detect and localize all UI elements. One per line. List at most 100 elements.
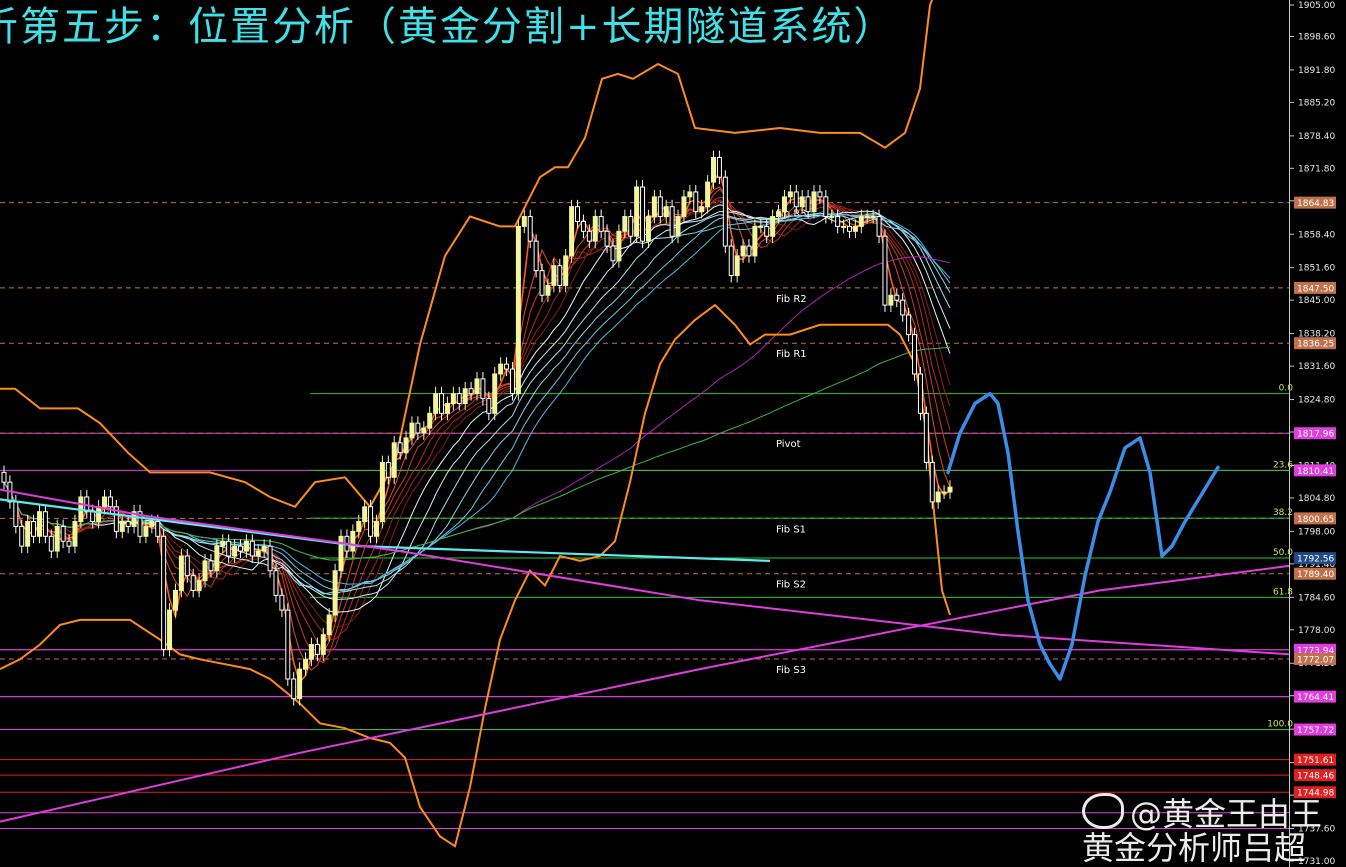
candle-body-50 <box>297 668 303 700</box>
pivot-label-3: Pivot <box>776 439 801 450</box>
candle-body-39 <box>232 545 238 557</box>
candle-body-73 <box>433 393 439 414</box>
candle-body-159 <box>941 491 947 494</box>
pivot-label-6: Fib S3 <box>776 665 806 676</box>
ma-red-9 <box>3 196 951 653</box>
candle-body-83 <box>492 373 498 414</box>
candle-body-33 <box>196 580 202 591</box>
candle-body-136 <box>805 196 811 213</box>
candle-body-15 <box>90 511 96 523</box>
candle-body-110 <box>651 196 657 218</box>
candle-body-130 <box>770 216 776 237</box>
candle-body-52 <box>308 644 314 660</box>
candle-body-18 <box>107 496 113 508</box>
price-tag-7: 1789.40 <box>1297 570 1334 580</box>
candle-body-149 <box>882 235 888 306</box>
candle-body-151 <box>894 294 900 301</box>
bollinger-layer <box>0 0 951 848</box>
pivot-label-1: Fib R2 <box>776 294 807 305</box>
candle-body-112 <box>663 206 669 218</box>
candle-body-144 <box>852 225 858 232</box>
price-tag-9: 1772.07 <box>1297 655 1334 665</box>
ma-red-7 <box>3 188 951 664</box>
weibo-logo-icon <box>1082 793 1124 829</box>
candle-body-84 <box>498 363 504 375</box>
candle-body-6 <box>36 511 42 537</box>
y-tick-label-5: 1871.80 <box>1298 164 1335 174</box>
candle-body-64 <box>379 462 385 523</box>
candle-body-10 <box>60 525 66 542</box>
candle-body-20 <box>119 521 125 532</box>
y-tick-label-2: 1891.80 <box>1298 66 1335 76</box>
price-tag-12: 1751.61 <box>1297 756 1334 766</box>
candle-body-107 <box>634 186 640 237</box>
candle-body-140 <box>829 216 835 219</box>
candle-body-70 <box>415 422 421 434</box>
candle-body-48 <box>285 609 291 680</box>
candle-body-108 <box>640 186 646 242</box>
y-tick-label-8: 1851.60 <box>1298 264 1335 274</box>
candle-body-76 <box>450 393 456 404</box>
candle-body-152 <box>900 299 906 316</box>
candle-body-114 <box>675 216 681 237</box>
candles-layer <box>1 150 953 706</box>
candle-body-68 <box>403 437 409 454</box>
candle-body-24 <box>143 525 149 537</box>
candle-body-32 <box>190 575 196 591</box>
candle-body-9 <box>54 525 60 552</box>
candle-body-85 <box>504 363 510 370</box>
candle-body-44 <box>261 545 267 552</box>
fib-label-0: 0.0 <box>1279 384 1294 394</box>
candle-body-104 <box>616 230 622 262</box>
candle-body-31 <box>184 555 190 577</box>
candle-body-89 <box>527 216 533 242</box>
candle-body-81 <box>480 378 486 400</box>
candle-body-106 <box>628 216 634 237</box>
y-tick-label-15: 1804.80 <box>1298 494 1335 504</box>
pivot-label-4: Fib S1 <box>776 524 806 535</box>
y-tick-label-11: 1831.60 <box>1298 362 1335 372</box>
trendline-up <box>0 564 1291 823</box>
candle-body-154 <box>912 334 918 375</box>
candle-body-26 <box>155 521 161 537</box>
y-tick-label-16: 1798.00 <box>1298 527 1335 537</box>
price-tag-4: 1810.41 <box>1297 467 1334 477</box>
candle-body-100 <box>592 216 598 242</box>
candle-body-155 <box>917 373 923 414</box>
candle-body-127 <box>752 225 758 257</box>
y-tick-label-12: 1824.80 <box>1298 396 1335 406</box>
candle-body-28 <box>167 609 173 650</box>
candle-body-16 <box>96 506 102 523</box>
candle-body-79 <box>468 388 474 395</box>
candle-body-132 <box>781 196 787 213</box>
candle-body-117 <box>693 191 699 213</box>
price-chart[interactable]: Fib R3Fib R2Fib R1PivotFib S1Fib S2Fib S… <box>0 0 1346 867</box>
candle-body-99 <box>586 230 592 242</box>
candle-body-82 <box>486 398 492 414</box>
candle-body-77 <box>456 393 462 404</box>
candle-body-128 <box>758 225 764 228</box>
candle-body-78 <box>462 388 468 404</box>
candle-body-101 <box>598 216 604 232</box>
forecast-layer <box>946 391 1220 681</box>
candle-body-2 <box>13 501 19 527</box>
candle-body-118 <box>699 206 705 213</box>
candle-body-51 <box>303 658 309 670</box>
candle-body-55 <box>326 614 332 636</box>
candle-body-35 <box>208 560 214 572</box>
price-tag-1: 1847.50 <box>1297 284 1334 294</box>
candle-body-8 <box>48 535 54 552</box>
candle-body-45 <box>267 545 273 572</box>
candle-body-141 <box>835 216 841 227</box>
candle-body-43 <box>255 550 261 557</box>
y-tick-label-3: 1885.20 <box>1298 98 1335 108</box>
candle-body-115 <box>681 196 687 218</box>
candle-body-123 <box>728 245 734 277</box>
fib-label-4: 61.8 <box>1273 587 1293 597</box>
candle-body-62 <box>368 506 374 537</box>
candle-body-60 <box>356 521 362 532</box>
pivot-label-2: Fib R1 <box>776 349 807 360</box>
price-tag-11: 1757.72 <box>1297 726 1334 736</box>
candle-body-25 <box>149 521 155 527</box>
candle-body-41 <box>243 540 249 552</box>
